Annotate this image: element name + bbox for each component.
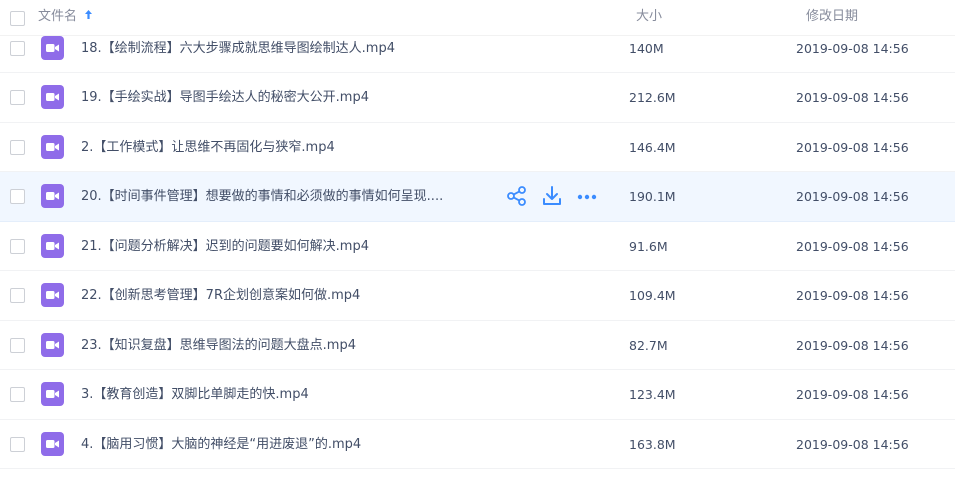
file-date: 2019-09-08 14:56 xyxy=(796,387,909,402)
row-checkbox[interactable] xyxy=(10,436,25,452)
video-file-icon xyxy=(41,184,64,208)
file-row[interactable]: 19.【手绘实战】导图手绘达人的秘密大公开.mp4 212.6M 2019-09… xyxy=(0,73,955,123)
video-file-icon xyxy=(41,233,64,258)
file-name[interactable]: 2.【工作模式】让思维不再固化与狭窄.mp4 xyxy=(81,139,335,156)
share-icon[interactable] xyxy=(506,185,528,207)
file-name[interactable]: 3.【教育创造】双脚比单脚走的快.mp4 xyxy=(81,386,309,403)
file-size: 82.7M xyxy=(629,337,668,353)
file-name[interactable]: 19.【手绘实战】导图手绘达人的秘密大公开.mp4 xyxy=(81,89,369,106)
file-name[interactable]: 18.【绘制流程】六大步骤成就思维导图绘制达人.mp4 xyxy=(81,40,395,57)
file-size: 109.4M xyxy=(629,288,676,303)
video-file-icon xyxy=(41,85,64,109)
file-row[interactable]: 18.【绘制流程】六大步骤成就思维导图绘制达人.mp4 140M 2019-09… xyxy=(0,24,955,73)
file-row[interactable]: 23.【知识复盘】思维导图法的问题大盘点.mp4 82.7M 2019-09-0… xyxy=(0,321,955,370)
column-header-name[interactable]: 文件名 xyxy=(38,8,93,25)
file-name[interactable]: 21.【问题分析解决】迟到的问题要如何解决.mp4 xyxy=(81,238,369,255)
file-date: 2019-09-08 14:56 xyxy=(796,288,909,303)
arrow-up-icon[interactable] xyxy=(84,8,93,25)
column-header-date[interactable]: 修改日期 xyxy=(806,8,858,25)
file-size: 140M xyxy=(629,40,664,56)
file-date: 2019-09-08 14:56 xyxy=(796,436,909,452)
row-checkbox[interactable] xyxy=(10,337,25,353)
column-header-name-label: 文件名 xyxy=(38,9,78,24)
row-checkbox[interactable] xyxy=(10,40,25,56)
file-name[interactable]: 20.【时间事件管理】想要做的事情和必须做的事情如何呈现.... xyxy=(81,188,443,205)
video-file-icon xyxy=(41,332,64,357)
video-file-icon xyxy=(41,134,64,159)
file-date: 2019-09-08 14:56 xyxy=(796,90,909,105)
file-date: 2019-09-08 14:56 xyxy=(796,238,909,254)
row-checkbox[interactable] xyxy=(10,90,25,105)
column-header-size[interactable]: 大小 xyxy=(636,8,662,25)
row-checkbox[interactable] xyxy=(10,288,25,303)
video-file-icon xyxy=(41,283,64,307)
file-size: 146.4M xyxy=(629,139,676,155)
file-name[interactable]: 4.【脑用习惯】大脑的神经是“用进废退”的.mp4 xyxy=(81,436,361,453)
file-name[interactable]: 23.【知识复盘】思维导图法的问题大盘点.mp4 xyxy=(81,337,356,354)
file-size: 212.6M xyxy=(629,90,676,105)
video-file-icon xyxy=(41,431,64,456)
file-date: 2019-09-08 14:56 xyxy=(796,189,909,204)
file-size: 91.6M xyxy=(629,238,668,254)
file-row[interactable]: 3.【教育创造】双脚比单脚走的快.mp4 123.4M 2019-09-08 1… xyxy=(0,370,955,420)
video-file-icon xyxy=(41,35,64,60)
file-row[interactable]: 4.【脑用习惯】大脑的神经是“用进废退”的.mp4 163.8M 2019-09… xyxy=(0,420,955,469)
file-row[interactable]: 21.【问题分析解决】迟到的问题要如何解决.mp4 91.6M 2019-09-… xyxy=(0,222,955,271)
row-checkbox[interactable] xyxy=(10,139,25,155)
row-checkbox[interactable] xyxy=(10,387,25,402)
file-date: 2019-09-08 14:56 xyxy=(796,337,909,353)
file-size: 123.4M xyxy=(629,387,676,402)
video-file-icon xyxy=(41,382,64,406)
row-checkbox[interactable] xyxy=(10,238,25,254)
file-row[interactable]: 2.【工作模式】让思维不再固化与狭窄.mp4 146.4M 2019-09-08… xyxy=(0,123,955,172)
more-icon[interactable] xyxy=(576,185,598,207)
file-row[interactable]: 20.【时间事件管理】想要做的事情和必须做的事情如何呈现.... 190.1M … xyxy=(0,172,955,222)
file-name[interactable]: 22.【创新思考管理】7R企划创意案如何做.mp4 xyxy=(81,287,360,304)
file-row[interactable]: 22.【创新思考管理】7R企划创意案如何做.mp4 109.4M 2019-09… xyxy=(0,271,955,321)
file-size: 190.1M xyxy=(629,189,676,204)
download-icon[interactable] xyxy=(541,185,563,207)
file-date: 2019-09-08 14:56 xyxy=(796,40,909,56)
row-checkbox[interactable] xyxy=(10,189,25,204)
file-date: 2019-09-08 14:56 xyxy=(796,139,909,155)
file-size: 163.8M xyxy=(629,436,676,452)
